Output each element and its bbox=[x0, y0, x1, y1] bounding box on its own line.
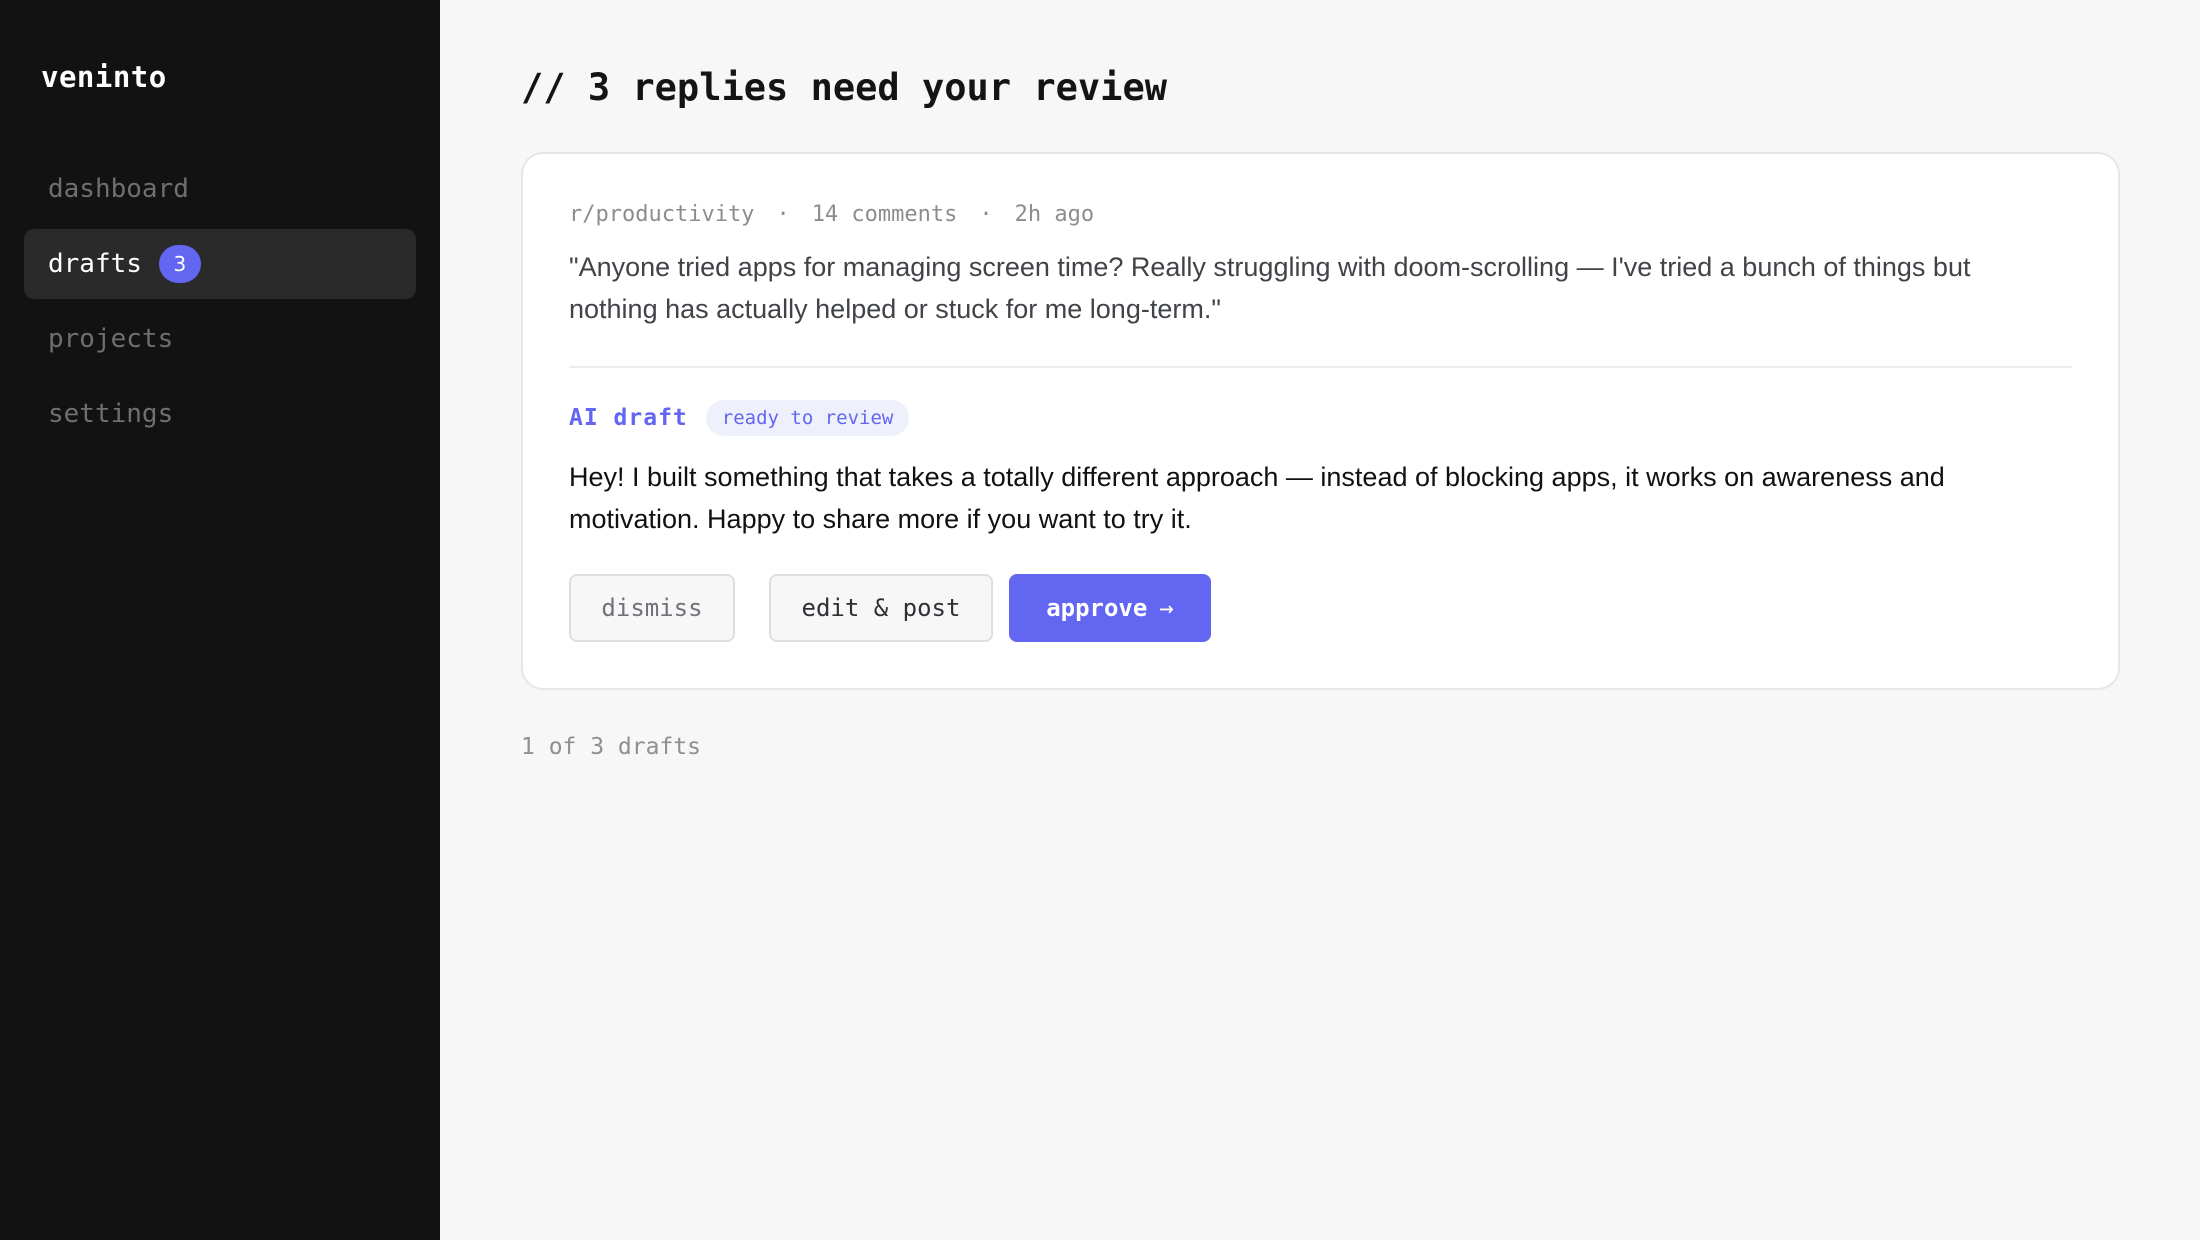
draft-label: AI draft bbox=[569, 405, 688, 431]
arrow-right-icon: → bbox=[1159, 594, 1174, 622]
divider bbox=[569, 366, 2072, 368]
draft-header: AI draft ready to review bbox=[569, 400, 2072, 436]
sidebar-item-drafts[interactable]: drafts 3 bbox=[24, 229, 416, 299]
dismiss-button[interactable]: dismiss bbox=[569, 574, 735, 642]
page-title: // 3 replies need your review bbox=[521, 66, 1168, 109]
original-post-text: "Anyone tried apps for managing screen t… bbox=[569, 252, 1971, 324]
app: veninto dashboard drafts 3 projects sett… bbox=[0, 0, 2200, 1240]
sidebar-item-projects[interactable]: projects bbox=[24, 304, 416, 374]
sidebar-nav: dashboard drafts 3 projects settings bbox=[24, 154, 416, 449]
drafts-count-badge: 3 bbox=[158, 245, 201, 283]
sidebar-item-settings[interactable]: settings bbox=[24, 379, 416, 449]
comment-count: 14 comments bbox=[811, 202, 958, 227]
sidebar-item-dashboard[interactable]: dashboard bbox=[24, 154, 416, 224]
sidebar-item-label: settings bbox=[48, 399, 174, 429]
meta-separator: · bbox=[979, 202, 993, 227]
draft-card: r/productivity · 14 comments · 2h ago "Anyon… bbox=[521, 152, 2120, 690]
meta-separator: · bbox=[776, 202, 790, 227]
post-meta: r/productivity · 14 comments · 2h ago bbox=[569, 200, 2072, 230]
sidebar-item-label: projects bbox=[48, 324, 174, 354]
sidebar: veninto dashboard drafts 3 projects sett… bbox=[0, 0, 440, 1240]
approve-button-label: approve bbox=[1046, 594, 1148, 622]
brand-logo[interactable]: veninto bbox=[24, 0, 416, 98]
subreddit-link[interactable]: r/productivity bbox=[569, 202, 754, 227]
draft-reply-text: Hey! I built something that takes a tota… bbox=[569, 462, 1945, 534]
approve-button[interactable]: approve → bbox=[1009, 574, 1211, 642]
draft-pager: 1 of 3 drafts bbox=[521, 734, 702, 760]
post-timestamp: 2h ago bbox=[1014, 202, 1095, 227]
sidebar-item-label: drafts bbox=[48, 249, 142, 279]
status-badge: ready to review bbox=[705, 400, 910, 436]
sidebar-item-label: dashboard bbox=[48, 174, 189, 204]
edit-and-post-button[interactable]: edit & post bbox=[769, 574, 993, 642]
main-content: // 3 replies need your review r/producti… bbox=[440, 0, 2200, 1240]
draft-actions: dismiss edit & post approve → bbox=[569, 574, 2072, 642]
